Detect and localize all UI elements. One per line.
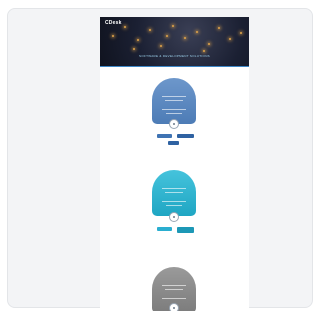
pricing-tier-blue: [152, 78, 196, 124]
tier-teal-badge-icon: [169, 212, 179, 222]
email-template-thumbnail[interactable]: CDesk SOFTWARE & DEVELOPMENT SOLUTIONS: [100, 17, 249, 311]
tier-teal-button-left[interactable]: [157, 227, 172, 231]
tier-blue-button-right[interactable]: [177, 134, 194, 138]
pricing-tier-teal: [152, 170, 196, 216]
banner-divider: [100, 66, 249, 67]
brand-logo: CDesk: [105, 20, 122, 26]
tier-blue-badge-icon: [169, 119, 179, 129]
tier-gray-badge-icon: [169, 303, 179, 311]
banner-caption: SOFTWARE & DEVELOPMENT SOLUTIONS: [139, 54, 210, 58]
tier-teal-button-right[interactable]: [177, 227, 194, 233]
preview-card[interactable]: CDesk SOFTWARE & DEVELOPMENT SOLUTIONS: [7, 8, 313, 311]
hero-banner: CDesk SOFTWARE & DEVELOPMENT SOLUTIONS: [100, 17, 249, 67]
tier-blue-button-bottom[interactable]: [168, 141, 179, 145]
tier-blue-button-left[interactable]: [157, 134, 172, 138]
